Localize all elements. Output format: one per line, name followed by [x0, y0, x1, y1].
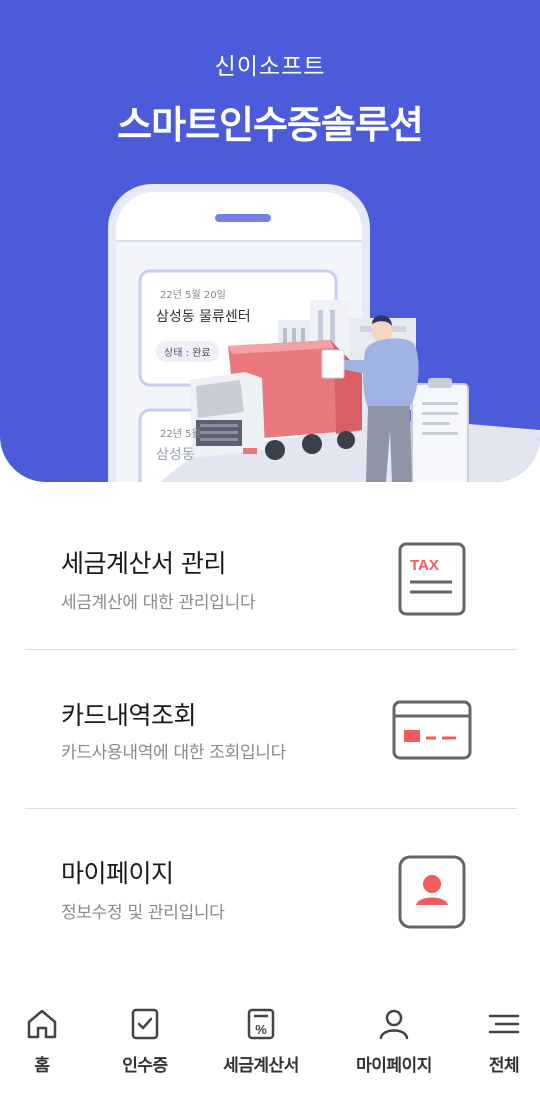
svg-text:%: % [255, 1022, 267, 1037]
tab-mypage[interactable]: 마이페이지 [348, 995, 440, 1095]
card-date: 22년 5월 20일 [160, 290, 226, 301]
menu-desc: 세금계산에 대한 관리입니다 [61, 593, 256, 613]
menu-title: 세금계산서 관리 [61, 549, 226, 578]
home-icon [27, 1009, 57, 1039]
profile-icon [398, 855, 466, 929]
menu-tax-invoice[interactable]: 세금계산서 관리 세금계산에 대한 관리입니다 TAX [25, 520, 517, 676]
delivery-illustration [108, 184, 540, 482]
tab-all[interactable]: 전체 [478, 995, 530, 1095]
menu-title: 카드내역조회 [61, 701, 197, 730]
hero-banner: 신이소프트 스마트인수증솔루션 22년 5월 20일 삼성동 물류센터 상태:… [0, 0, 540, 482]
tab-label: 마이페이지 [356, 1056, 432, 1076]
menu-desc: 카드사용내역에 대한 조회입니다 [61, 743, 286, 763]
tab-label: 전체 [488, 1056, 520, 1076]
tax-label: TAX [410, 557, 439, 574]
tax-invoice-icon: TAX [398, 542, 466, 616]
menu-icon [488, 1014, 520, 1034]
card-title: 삼성동 물류센터 [156, 309, 251, 325]
tab-label: 인수증 [122, 1056, 168, 1076]
menu-mypage[interactable]: 마이페이지 정보수정 및 관리입니다 [25, 830, 517, 986]
tab-label: 홈 [34, 1056, 50, 1076]
bottom-tab-bar: 홈 인수증 % 세금계산서 마이페이지 전체 [0, 995, 540, 1101]
tab-label: 세금계산서 [223, 1056, 299, 1076]
receipt-check-icon [131, 1008, 159, 1040]
menu-desc: 정보수정 및 관리입니다 [61, 903, 225, 923]
tab-receipt[interactable]: 인수증 [110, 995, 180, 1095]
credit-card-icon [392, 700, 472, 760]
divider [25, 649, 517, 650]
card-date: 22년 5월 [160, 429, 201, 440]
card-title: 삼성동 [156, 447, 195, 463]
user-icon [379, 1009, 409, 1040]
tab-tax-invoice[interactable]: % 세금계산서 [215, 995, 307, 1095]
divider [25, 808, 517, 809]
menu-card-history[interactable]: 카드내역조회 카드사용내역에 대한 조회입니다 [25, 672, 517, 828]
tax-percent-icon: % [247, 1008, 275, 1040]
tab-home[interactable]: 홈 [12, 995, 72, 1095]
menu-title: 마이페이지 [61, 859, 174, 888]
status-badge: 상태 : 완료 [156, 341, 219, 362]
